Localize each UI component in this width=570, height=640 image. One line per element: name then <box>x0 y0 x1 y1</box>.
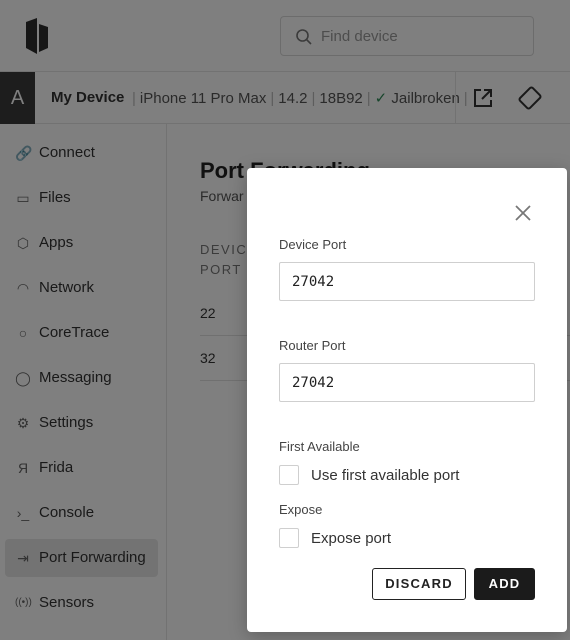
router-port-input[interactable] <box>279 363 535 402</box>
device-port-input[interactable] <box>279 262 535 301</box>
expose-label: Expose <box>279 502 323 517</box>
first-available-checkbox[interactable] <box>279 465 299 485</box>
add-port-forward-dialog: Device Port Router Port First Available … <box>247 168 567 632</box>
first-available-label: First Available <box>279 439 360 454</box>
expose-port-checkbox[interactable] <box>279 528 299 548</box>
close-icon[interactable] <box>513 203 533 223</box>
device-port-label: Device Port <box>279 237 347 252</box>
router-port-label: Router Port <box>279 338 346 353</box>
expose-port-checkbox-label[interactable]: Expose port <box>311 530 391 547</box>
add-button[interactable]: ADD <box>474 568 535 600</box>
first-available-checkbox-label[interactable]: Use first available port <box>311 467 459 484</box>
discard-button[interactable]: DISCARD <box>372 568 466 600</box>
